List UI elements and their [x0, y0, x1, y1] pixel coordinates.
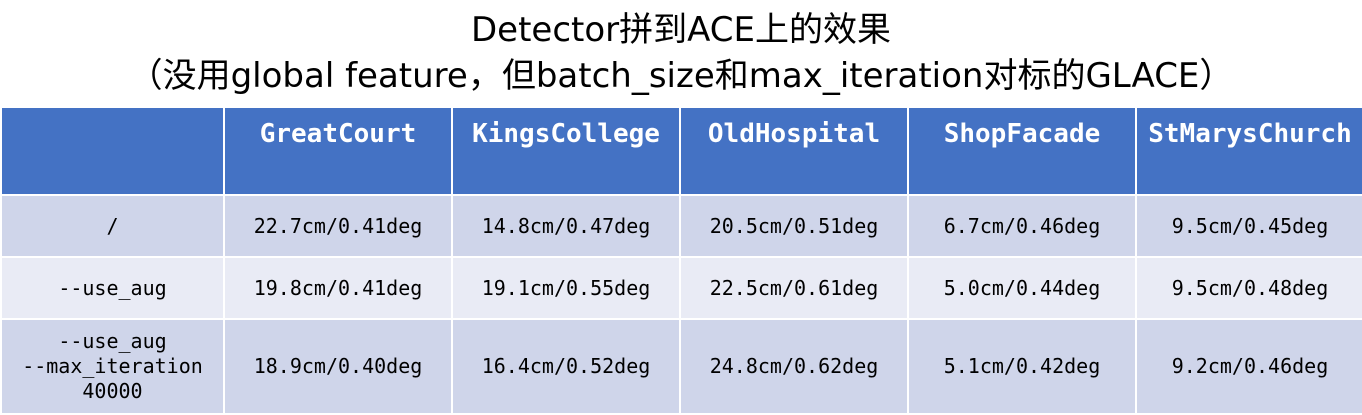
table-header-row: GreatCourt KingsCollege OldHospital Shop… — [0, 106, 1362, 196]
table-cell: 24.8cm/0.62deg — [679, 318, 909, 415]
table-cell: 9.2cm/0.46deg — [1135, 318, 1362, 415]
page-title: Detector拼到ACE上的效果 — [470, 10, 892, 50]
table-cell: 14.8cm/0.47deg — [451, 194, 681, 258]
table-row: --use_aug --max_iteration 40000 18.9cm/0… — [0, 318, 1362, 415]
table-cell: 20.5cm/0.51deg — [679, 194, 909, 258]
table-cell: 5.1cm/0.42deg — [907, 318, 1137, 415]
table-cell: 18.9cm/0.40deg — [223, 318, 453, 415]
page-subtitle: （没用global feature，但batch_size和max_iterat… — [128, 56, 1234, 96]
table-cell: 9.5cm/0.45deg — [1135, 194, 1362, 258]
column-header: StMarysChurch — [1135, 106, 1362, 196]
table-cell: 16.4cm/0.52deg — [451, 318, 681, 415]
row-label: --use_aug — [0, 256, 225, 320]
table-cell: 6.7cm/0.46deg — [907, 194, 1137, 258]
column-header: ShopFacade — [907, 106, 1137, 196]
table-row: --use_aug 19.8cm/0.41deg 19.1cm/0.55deg … — [0, 256, 1362, 320]
header-corner-cell — [0, 106, 225, 196]
table-cell: 22.7cm/0.41deg — [223, 194, 453, 258]
table-cell: 19.1cm/0.55deg — [451, 256, 681, 320]
table-cell: 9.5cm/0.48deg — [1135, 256, 1362, 320]
column-header: KingsCollege — [451, 106, 681, 196]
table-cell: 5.0cm/0.44deg — [907, 256, 1137, 320]
column-header: OldHospital — [679, 106, 909, 196]
results-table: GreatCourt KingsCollege OldHospital Shop… — [0, 106, 1362, 415]
row-label: --use_aug --max_iteration 40000 — [0, 318, 225, 415]
column-header: GreatCourt — [223, 106, 453, 196]
table-cell: 19.8cm/0.41deg — [223, 256, 453, 320]
table-row: / 22.7cm/0.41deg 14.8cm/0.47deg 20.5cm/0… — [0, 194, 1362, 258]
table-cell: 22.5cm/0.61deg — [679, 256, 909, 320]
row-label: / — [0, 194, 225, 258]
